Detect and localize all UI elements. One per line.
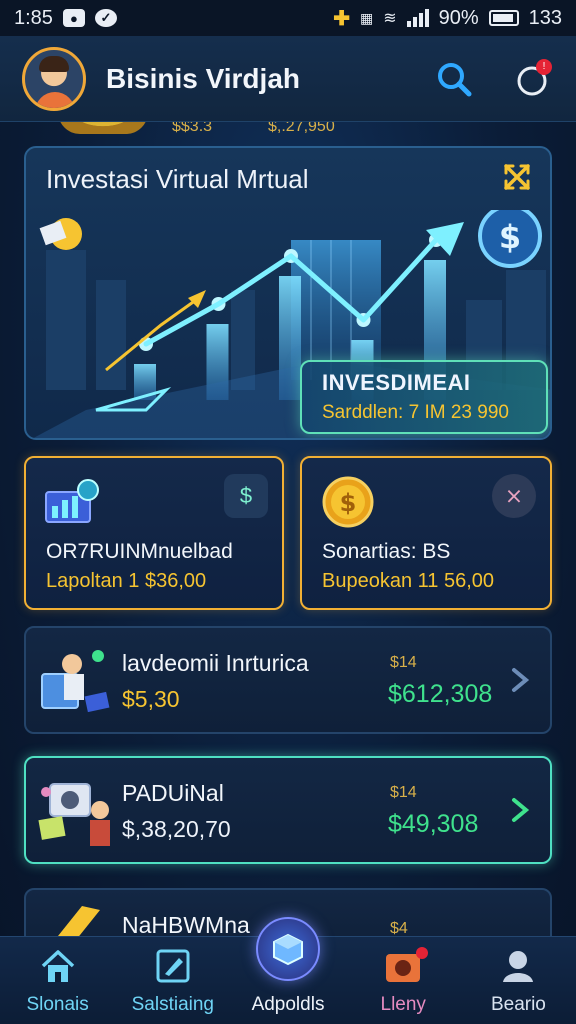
chevron-right-icon[interactable] [506, 664, 534, 696]
home-icon [38, 946, 78, 986]
summary-value: Sarddlen: 7 IM 23 990 [322, 402, 509, 423]
sim-status-icon: ▦ [359, 9, 374, 26]
gold-bar-icon [58, 906, 100, 940]
nav-home[interactable]: Slonais [0, 937, 115, 1024]
row-value: $49,308 [388, 810, 479, 838]
summary-label: INVESDIMEAI [322, 370, 471, 395]
app-header: Bisinis Virdjah ! [0, 36, 576, 122]
expand-button[interactable] [500, 160, 534, 194]
stat-value: Lapoltan 1 $36,00 [46, 570, 207, 592]
row-amount: $,38,20,70 [122, 816, 231, 842]
nav-label: Salstiaing [131, 994, 214, 1015]
status-clock: 133 [528, 6, 562, 29]
nav-label: Lleny [380, 994, 426, 1015]
stat-name: OR7RUINMnuelbad [46, 540, 233, 563]
business-people-icon [41, 650, 110, 713]
signal-icon [406, 9, 429, 27]
avatar[interactable] [22, 46, 86, 111]
nav-menu[interactable]: Lleny [346, 937, 461, 1024]
chevron-right-icon[interactable] [506, 794, 534, 826]
strip-amount-1: $$3.3 [172, 122, 213, 135]
chart-box-icon [45, 479, 99, 523]
coins-icon [58, 122, 148, 134]
status-bar: 1:85 ● ✓ ✚ ▦ ≋ 90% 133 [0, 0, 576, 36]
row-small-value: $14 [390, 784, 417, 801]
shield-status-icon: ✓ [94, 9, 117, 27]
row-amount: $5,30 [122, 686, 180, 712]
list-item-investment[interactable]: lavdeomii Inrturica $5,30 $14 $612,308 [24, 626, 552, 734]
register-person-icon [38, 783, 110, 846]
row-small-value: $14 [390, 654, 417, 671]
nav-label: Slonais [26, 994, 89, 1015]
close-badge-icon: ⨯ [492, 474, 536, 518]
notifications-button[interactable]: ! [510, 57, 554, 101]
search-button[interactable] [432, 57, 476, 101]
nav-label: Adpoldls [251, 994, 325, 1015]
stat-card-portfolio[interactable]: $ OR7RUINMnuelbad Lapoltan 1 $36,00 [24, 456, 284, 610]
svg-text:$: $ [340, 489, 357, 517]
user-icon [498, 946, 538, 986]
hero-title: Investasi Virtual Mrtual [46, 164, 309, 194]
investment-summary[interactable]: INVESDIMEAI Sarddlen: 7 IM 23 990 [300, 360, 548, 434]
stat-name: Sonartias: BS [322, 540, 451, 563]
expand-icon [504, 164, 530, 190]
nav-profile[interactable]: Beario [461, 937, 576, 1024]
row-value: $612,308 [388, 680, 493, 708]
svg-text:$: $ [499, 218, 521, 256]
battery-percent: 90% [438, 6, 479, 29]
investment-hero-card[interactable]: Investasi Virtual Mrtual $ INVESDIMEAI S… [24, 146, 552, 440]
nav-settings[interactable]: Salstiaing [115, 937, 230, 1024]
row-title: PADUiNal [122, 780, 224, 806]
bottom-navigation: Slonais Salstiaing Adpoldls Lleny Beario [0, 917, 576, 1024]
coin-strip: $$3.3 $,.27,950 [0, 122, 576, 140]
stat-card-sonartias[interactable]: $ ⨯ Sonartias: BS Bupeokan 11 56,00 [300, 456, 552, 610]
status-time: 1:85 [14, 6, 53, 29]
cube-icon [256, 917, 320, 981]
nav-add[interactable]: Adpoldls [230, 917, 345, 1024]
notification-badge: ! [536, 58, 552, 75]
edit-icon [153, 946, 193, 986]
list-item-paduinal[interactable]: PADUiNal $,38,20,70 $14 $49,308 [24, 756, 552, 864]
wifi-status-icon: ≋ [383, 10, 397, 27]
nav-badge [415, 947, 428, 959]
gold-coin-icon: $ [322, 476, 374, 528]
search-icon [438, 62, 472, 96]
row-title: NaHBWMna [122, 912, 250, 938]
page-title: Bisinis Virdjah [106, 62, 300, 94]
key-status-icon: ✚ [333, 7, 350, 30]
battery-icon [488, 10, 519, 26]
strip-amount-2: $,.27,950 [268, 122, 335, 135]
row-title: lavdeomii Inrturica [122, 650, 309, 676]
nav-label: Beario [490, 994, 546, 1015]
camera-status-icon: ● [62, 9, 85, 27]
stat-value: Bupeokan 11 56,00 [322, 570, 495, 592]
dollar-badge-icon: $ [224, 474, 268, 518]
